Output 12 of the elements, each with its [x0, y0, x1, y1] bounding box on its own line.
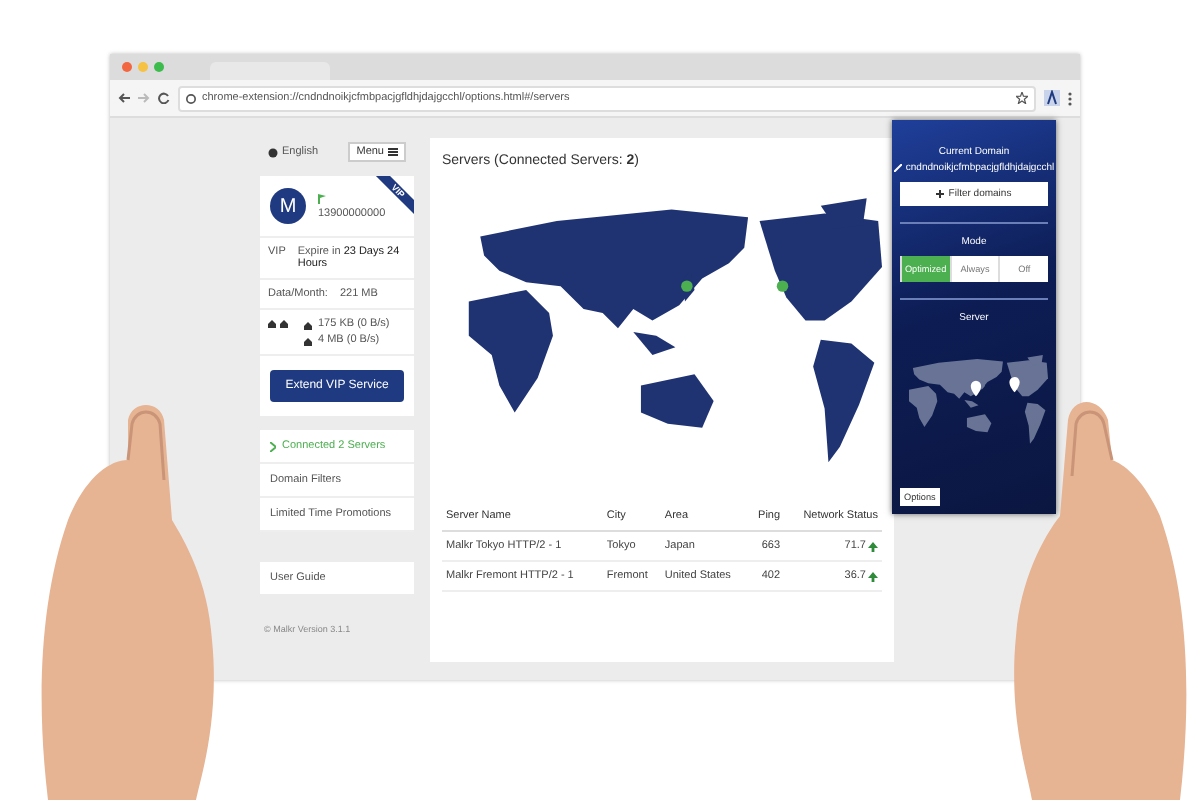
back-icon[interactable] [118, 92, 130, 104]
menu-icon [388, 148, 398, 156]
avatar: M [270, 188, 306, 224]
star-icon[interactable] [1016, 92, 1028, 104]
up-arrow-icon [868, 541, 878, 551]
flag-icon [318, 193, 326, 203]
plus-icon [936, 190, 945, 198]
chevron-icon [270, 441, 276, 451]
extension-icon[interactable] [1044, 90, 1060, 106]
up-arrow-icon [868, 571, 878, 581]
reload-icon[interactable] [158, 92, 170, 104]
info-icon [186, 93, 196, 103]
